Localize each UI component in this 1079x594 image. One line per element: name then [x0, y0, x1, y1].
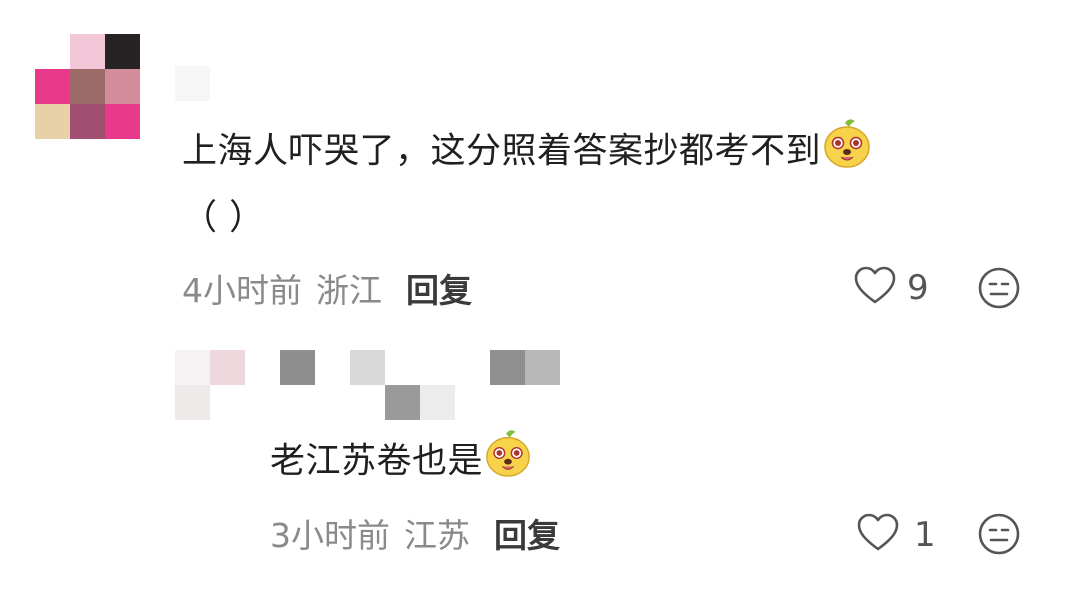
laughing-dog-emoji-icon: [483, 428, 533, 497]
neutral-face-icon: [977, 513, 1021, 560]
reply-text: 老江苏卷也是: [270, 428, 533, 497]
comment-text: 上海人吓哭了，这分照着答案抄都考不到 （ ）: [182, 117, 1042, 248]
heart-outline-icon: [856, 513, 900, 557]
like-button[interactable]: 9: [853, 266, 929, 310]
reply-meta: 3小时前 江苏 回复: [270, 508, 560, 558]
dislike-button[interactable]: [977, 266, 1021, 314]
reply-avatar[interactable]: [175, 350, 245, 420]
reply-time: 3小时前: [270, 516, 390, 555]
reply-username-blurred: [280, 350, 560, 420]
comment-body: 上海人吓哭了，这分照着答案抄都考不到: [182, 131, 822, 172]
reply-body: 老江苏卷也是: [270, 441, 484, 482]
avatar[interactable]: [35, 34, 140, 139]
reply-like-count: 1: [914, 515, 936, 555]
reply-like-button[interactable]: 1: [856, 513, 936, 557]
reply-dislike-button[interactable]: [977, 512, 1021, 560]
username-blurred: [175, 66, 210, 101]
heart-outline-icon: [853, 266, 897, 310]
reply-button[interactable]: 回复: [494, 509, 560, 557]
comment-location: 浙江: [316, 271, 382, 310]
comment-body-line2: （ ）: [182, 198, 265, 238]
reply-button[interactable]: 回复: [406, 264, 472, 312]
laughing-dog-emoji-icon: [821, 117, 873, 188]
like-count: 9: [907, 268, 929, 308]
reply-location: 江苏: [404, 516, 470, 555]
neutral-face-icon: [977, 267, 1021, 314]
comment-meta: 4小时前 浙江 回复: [182, 263, 472, 313]
comment-time: 4小时前: [182, 271, 302, 310]
